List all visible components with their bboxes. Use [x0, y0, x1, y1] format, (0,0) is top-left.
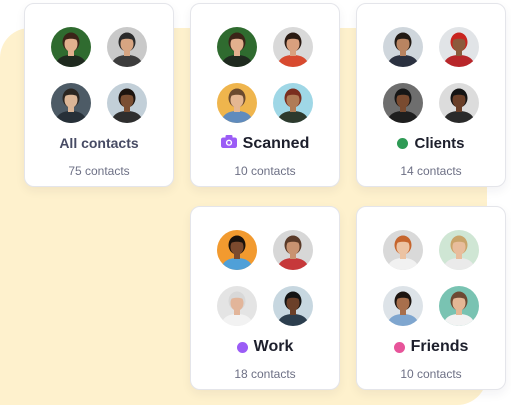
group-title: Scanned	[191, 135, 339, 153]
group-name: All contacts	[59, 135, 139, 151]
group-title: All contacts	[25, 135, 173, 151]
group-name: Clients	[414, 135, 465, 152]
group-title: Clients	[357, 135, 505, 152]
contacts-groups-stage: All contacts 75 contacts Scanned 10 cont…	[0, 0, 511, 405]
group-count: 18 contacts	[234, 367, 296, 381]
purple-dot-icon	[236, 341, 248, 353]
avatar	[107, 83, 147, 123]
group-title: Work	[191, 338, 339, 356]
avatar	[383, 83, 423, 123]
group-count: 10 contacts	[400, 367, 462, 381]
avatar	[383, 27, 423, 67]
avatar-grid	[25, 27, 173, 123]
group-count: 14 contacts	[400, 164, 462, 178]
group-card-scanned[interactable]: Scanned 10 contacts	[190, 3, 340, 187]
camera-icon	[220, 135, 237, 153]
avatar	[439, 83, 479, 123]
group-card-clients[interactable]: Clients 14 contacts	[356, 3, 506, 187]
pink-dot-icon	[393, 341, 405, 353]
avatar-grid	[357, 27, 505, 123]
avatar	[273, 27, 313, 67]
avatar	[273, 83, 313, 123]
green-dot-icon	[397, 138, 409, 149]
avatar-grid	[357, 230, 505, 326]
avatar	[217, 286, 257, 326]
group-name: Friends	[410, 338, 469, 355]
avatar	[383, 230, 423, 270]
group-count: 75 contacts	[68, 164, 130, 178]
avatar	[273, 286, 313, 326]
group-name: Scanned	[242, 135, 310, 152]
avatar	[439, 230, 479, 270]
avatar	[107, 27, 147, 67]
avatar	[217, 83, 257, 123]
avatar	[439, 286, 479, 326]
group-name: Work	[253, 338, 294, 355]
avatar	[51, 83, 91, 123]
avatar	[273, 230, 313, 270]
group-title: Friends	[357, 338, 505, 356]
avatar	[51, 27, 91, 67]
avatar	[439, 27, 479, 67]
avatar-grid	[191, 230, 339, 326]
avatar	[217, 27, 257, 67]
group-card-work[interactable]: Work 18 contacts	[190, 206, 340, 390]
avatar	[383, 286, 423, 326]
avatar-grid	[191, 27, 339, 123]
group-card-all[interactable]: All contacts 75 contacts	[24, 3, 174, 187]
group-card-friends[interactable]: Friends 10 contacts	[356, 206, 506, 390]
group-count: 10 contacts	[234, 164, 296, 178]
avatar	[217, 230, 257, 270]
